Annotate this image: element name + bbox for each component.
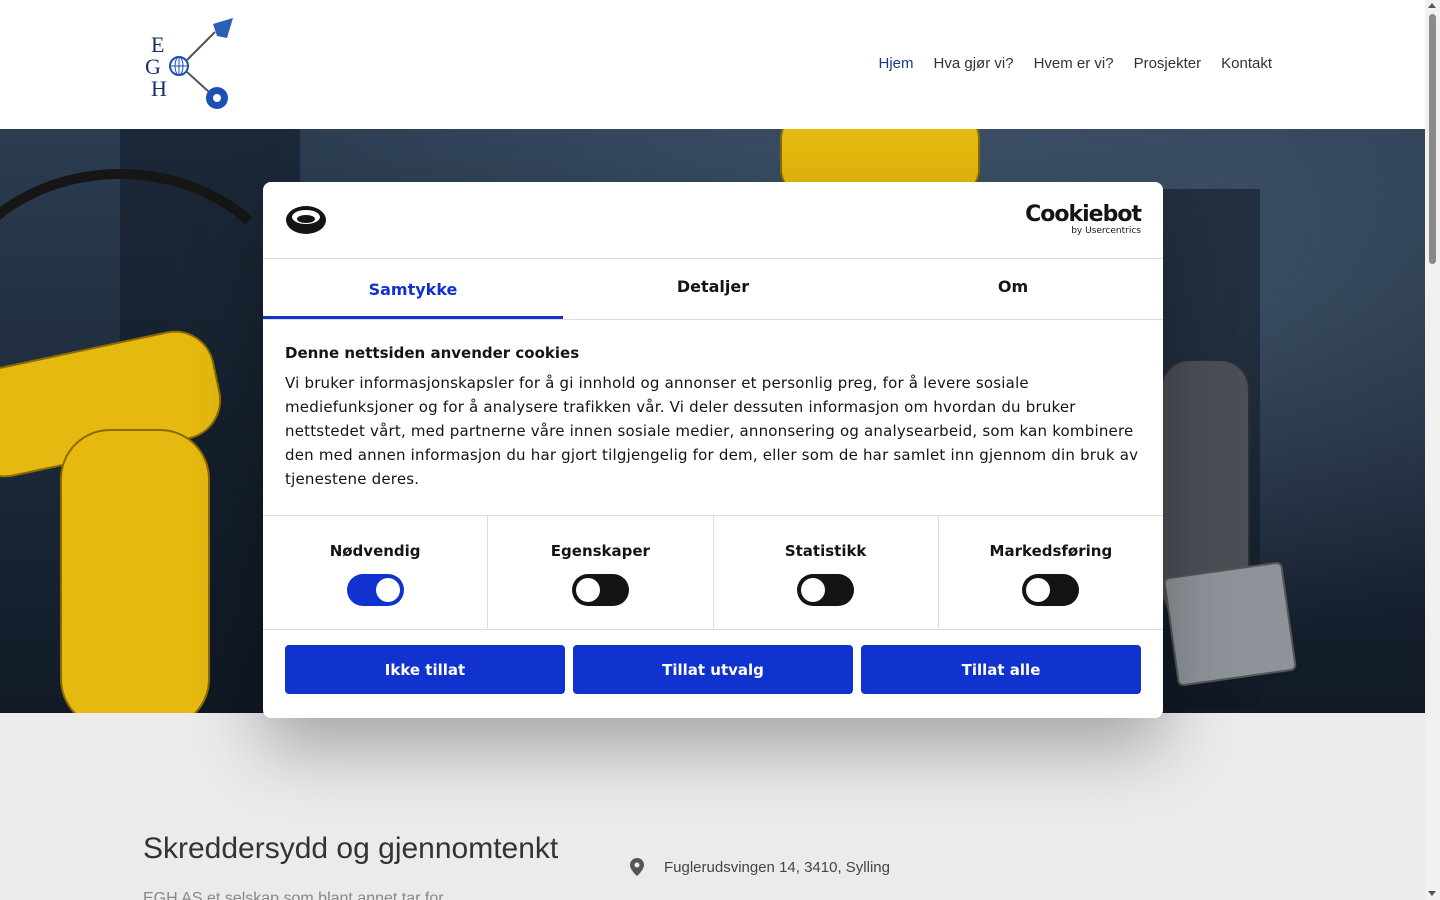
cookie-text: Vi bruker informasjonskapsler for å gi i… [285, 374, 1139, 488]
address-line: Fuglerudsvingen 14, 3410, Sylling [630, 858, 890, 876]
pen-nib-icon [213, 18, 233, 38]
toggle-nodvendig[interactable] [346, 574, 404, 606]
nav-hvem-er-vi[interactable]: Hvem er vi? [1034, 55, 1114, 72]
cookiebot-wordmark: Cookiebot [1025, 202, 1142, 227]
address-text: Fuglerudsvingen 14, 3410, Sylling [664, 858, 890, 876]
cookie-categories: Nødvendig Egenskaper Statistikk Markedsf… [263, 516, 1163, 630]
toggle-statistikk[interactable] [797, 574, 855, 606]
category-egenskaper: Egenskaper [488, 516, 714, 629]
category-markedsforing: Markedsføring [939, 516, 1163, 629]
category-nodvendig: Nødvendig [263, 516, 489, 629]
cookiebot-brand[interactable]: Cookiebot by Usercentrics [1025, 202, 1142, 237]
allow-all-button[interactable]: Tillat alle [861, 645, 1141, 694]
toggle-markedsforing[interactable] [1022, 574, 1080, 606]
scroll-up-icon[interactable] [1428, 3, 1436, 8]
category-label: Markedsføring [989, 542, 1113, 560]
location-pin-icon [630, 858, 644, 876]
tab-om[interactable]: Om [863, 259, 1163, 319]
toggle-egenskaper[interactable] [571, 574, 629, 606]
category-label: Nødvendig [329, 542, 421, 560]
cookie-description: Denne nettsiden anvender cookies Vi bruk… [263, 320, 1163, 516]
cookie-consent-dialog: Cookiebot by Usercentrics Samtykke Detal… [263, 182, 1163, 718]
cookie-actions: Ikke tillat Tillat utvalg Tillat alle [263, 630, 1163, 709]
nav-prosjekter[interactable]: Prosjekter [1134, 55, 1202, 72]
cookiebot-byline: by Usercentrics [1071, 226, 1141, 236]
cookie-heading: Denne nettsiden anvender cookies [285, 344, 580, 362]
nav-hjem[interactable]: Hjem [879, 55, 914, 72]
tab-samtykke[interactable]: Samtykke [263, 259, 563, 319]
category-label: Statistikk [784, 542, 867, 560]
section-intro: EGH AS et selskap som blant annet tar fo… [143, 890, 444, 900]
cookie-tabs: Samtykke Detaljer Om [263, 259, 1163, 320]
main-nav: Hjem Hva gjør vi? Hvem er vi? Prosjekter… [879, 55, 1272, 72]
nav-hva-gjor-vi[interactable]: Hva gjør vi? [934, 55, 1014, 72]
egh-logo[interactable]: E G H [143, 16, 239, 114]
tab-detaljer[interactable]: Detaljer [563, 259, 863, 319]
nav-kontakt[interactable]: Kontakt [1221, 55, 1272, 72]
category-statistikk: Statistikk [714, 516, 939, 629]
page-scrollbar[interactable] [1425, 0, 1440, 900]
section-title: Skreddersydd og gjennomtenkt [143, 832, 559, 865]
cookiebot-logo-icon [286, 206, 326, 234]
logo-letter-h: H [151, 76, 167, 101]
deny-button[interactable]: Ikke tillat [285, 645, 565, 694]
category-label: Egenskaper [550, 542, 650, 560]
scroll-down-icon[interactable] [1428, 891, 1436, 896]
site-header: E G H Hjem Hva gjør vi? Hvem er vi? Pros… [0, 0, 1425, 129]
scrollbar-thumb[interactable] [1429, 14, 1436, 264]
allow-selection-button[interactable]: Tillat utvalg [573, 645, 853, 694]
cookie-dialog-header: Cookiebot by Usercentrics [263, 182, 1163, 259]
